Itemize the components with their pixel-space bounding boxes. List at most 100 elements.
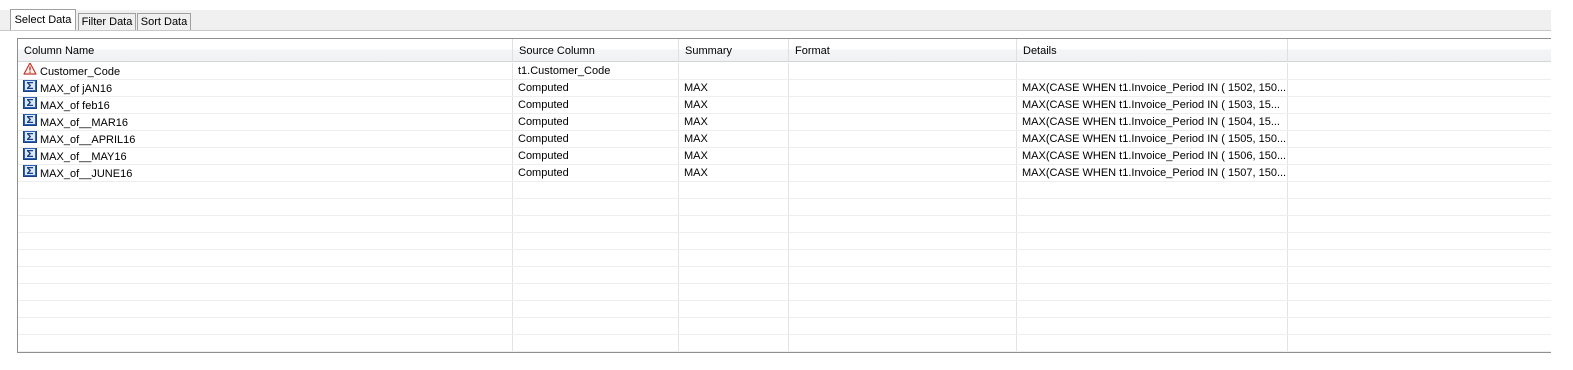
empty-cell <box>1017 284 1288 300</box>
empty-cell <box>1017 182 1288 198</box>
empty-cell <box>18 267 513 283</box>
cell-filler <box>1288 80 1551 96</box>
cell-source-column[interactable]: Computed <box>513 131 679 147</box>
grid-header: Column Name Source Column Summary Format… <box>18 39 1551 62</box>
empty-cell <box>513 233 679 249</box>
cell-format[interactable] <box>789 148 1017 164</box>
cell-column-name[interactable]: MAX_of jAN16 <box>18 80 513 96</box>
empty-cell <box>789 182 1017 198</box>
cell-details[interactable] <box>1017 63 1288 79</box>
table-row[interactable]: MAX_of__JUNE16 Computed MAX MAX(CASE WHEN t… <box>18 165 1551 182</box>
empty-cell <box>18 318 513 334</box>
cell-column-name[interactable]: MAX_of__APRIL16 <box>18 131 513 147</box>
empty-cell <box>789 250 1017 266</box>
empty-cell <box>679 250 789 266</box>
empty-cell <box>513 250 679 266</box>
empty-cell <box>18 335 513 351</box>
cell-summary[interactable]: MAX <box>679 97 789 113</box>
cell-column-name[interactable]: MAX_of__MAR16 <box>18 114 513 130</box>
sigma-icon <box>23 165 37 181</box>
empty-cell <box>1288 335 1551 351</box>
empty-cell <box>679 335 789 351</box>
column-name-text: MAX_of jAN16 <box>40 83 113 95</box>
cell-column-name[interactable]: MAX_of__JUNE16 <box>18 165 513 181</box>
cell-source-column[interactable]: Computed <box>513 114 679 130</box>
column-header-summary[interactable]: Summary <box>679 39 789 61</box>
empty-cell <box>1288 250 1551 266</box>
cell-summary[interactable]: MAX <box>679 131 789 147</box>
sigma-icon <box>23 97 37 113</box>
empty-cell <box>18 301 513 317</box>
empty-cell <box>18 182 513 198</box>
sigma-icon <box>23 80 37 96</box>
cell-filler <box>1288 165 1551 181</box>
table-row[interactable]: MAX_of feb16 Computed MAX MAX(CASE WHEN t1.… <box>18 97 1551 114</box>
cell-details[interactable]: MAX(CASE WHEN t1.Invoice_Period IN ( 150… <box>1017 114 1288 130</box>
cell-format[interactable] <box>789 63 1017 79</box>
cell-source-column[interactable]: t1.Customer_Code <box>513 63 679 79</box>
cell-format[interactable] <box>789 165 1017 181</box>
cell-summary[interactable] <box>679 63 789 79</box>
sigma-icon <box>23 114 37 130</box>
cell-summary[interactable]: MAX <box>679 80 789 96</box>
column-name-text: MAX_of feb16 <box>40 100 110 112</box>
cell-summary[interactable]: MAX <box>679 165 789 181</box>
empty-table-row <box>18 250 1551 267</box>
empty-cell <box>1017 335 1288 351</box>
sigma-icon <box>23 148 37 164</box>
empty-cell <box>513 301 679 317</box>
table-row[interactable]: MAX_of__MAR16 Computed MAX MAX(CASE WHEN t1… <box>18 114 1551 131</box>
tab-select-data[interactable]: Select Data <box>10 9 76 30</box>
cell-source-column[interactable]: Computed <box>513 97 679 113</box>
cell-column-name[interactable]: MAX_of feb16 <box>18 97 513 113</box>
empty-cell <box>513 199 679 215</box>
cell-details[interactable]: MAX(CASE WHEN t1.Invoice_Period IN ( 150… <box>1017 131 1288 147</box>
cell-filler <box>1288 63 1551 79</box>
cell-source-column[interactable]: Computed <box>513 80 679 96</box>
column-header-source-column[interactable]: Source Column <box>513 39 679 61</box>
empty-cell <box>1288 199 1551 215</box>
cell-filler <box>1288 114 1551 130</box>
column-name-text: Customer_Code <box>40 66 121 78</box>
cell-format[interactable] <box>789 97 1017 113</box>
empty-cell <box>513 267 679 283</box>
empty-cell <box>1017 318 1288 334</box>
empty-table-row <box>18 318 1551 335</box>
empty-cell <box>1017 301 1288 317</box>
cell-summary[interactable]: MAX <box>679 148 789 164</box>
table-row[interactable]: MAX_of jAN16 Computed MAX MAX(CASE WHEN t1.… <box>18 80 1551 97</box>
column-header-column-name[interactable]: Column Name <box>18 39 513 61</box>
tab-sort-data[interactable]: Sort Data <box>137 13 191 30</box>
cell-column-name[interactable]: MAX_of__MAY16 <box>18 148 513 164</box>
table-row[interactable]: MAX_of__APRIL16 Computed MAX MAX(CASE WHEN … <box>18 131 1551 148</box>
sigma-icon <box>23 131 37 147</box>
cell-format[interactable] <box>789 80 1017 96</box>
cell-source-column[interactable]: Computed <box>513 165 679 181</box>
column-header-filler <box>1288 39 1551 61</box>
column-header-details[interactable]: Details <box>1017 39 1288 61</box>
table-row[interactable]: MAX_of__MAY16 Computed MAX MAX(CASE WHEN t1… <box>18 148 1551 165</box>
empty-cell <box>1288 301 1551 317</box>
empty-cell <box>1288 216 1551 232</box>
empty-cell <box>789 216 1017 232</box>
column-header-format[interactable]: Format <box>789 39 1017 61</box>
empty-cell <box>679 182 789 198</box>
empty-cell <box>789 335 1017 351</box>
tab-filter-data[interactable]: Filter Data <box>78 13 136 30</box>
cell-format[interactable] <box>789 114 1017 130</box>
cell-details[interactable]: MAX(CASE WHEN t1.Invoice_Period IN ( 150… <box>1017 80 1288 96</box>
cell-details[interactable]: MAX(CASE WHEN t1.Invoice_Period IN ( 150… <box>1017 165 1288 181</box>
columns-grid: Column Name Source Column Summary Format… <box>17 38 1551 353</box>
empty-cell <box>679 199 789 215</box>
empty-cell <box>679 267 789 283</box>
cell-source-column[interactable]: Computed <box>513 148 679 164</box>
cell-summary[interactable]: MAX <box>679 114 789 130</box>
warning-icon <box>23 63 37 79</box>
table-row[interactable]: Customer_Code t1.Customer_Code <box>18 63 1551 80</box>
tab-strip: Select Data Filter Data Sort Data <box>0 0 1573 31</box>
cell-column-name[interactable]: Customer_Code <box>18 63 513 79</box>
empty-cell <box>1017 233 1288 249</box>
cell-details[interactable]: MAX(CASE WHEN t1.Invoice_Period IN ( 150… <box>1017 148 1288 164</box>
cell-details[interactable]: MAX(CASE WHEN t1.Invoice_Period IN ( 150… <box>1017 97 1288 113</box>
cell-format[interactable] <box>789 131 1017 147</box>
